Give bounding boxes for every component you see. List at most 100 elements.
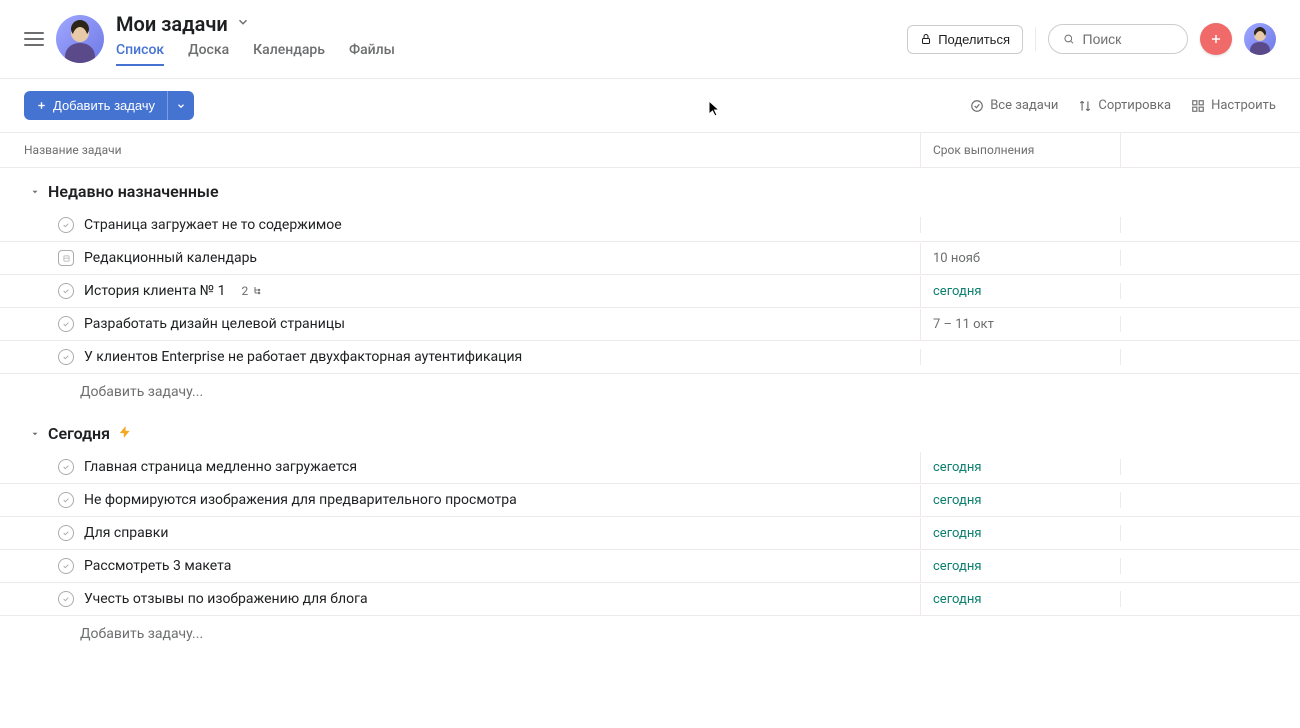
task-extra-cell[interactable] [1120, 525, 1300, 541]
share-label: Поделиться [938, 32, 1010, 47]
task-row[interactable]: Не формируются изображения для предварит… [0, 484, 1300, 517]
task-row[interactable]: История клиента № 12сегодня [0, 275, 1300, 308]
project-icon [58, 250, 74, 266]
task-due-cell[interactable]: сегодня [920, 452, 1120, 483]
page-title: Мои задачи [116, 12, 228, 36]
subtask-count: 2 [242, 284, 265, 298]
task-name-cell[interactable]: Учесть отзывы по изображению для блога [0, 583, 920, 615]
task-extra-cell[interactable] [1120, 217, 1300, 233]
task-extra-cell[interactable] [1120, 492, 1300, 508]
task-due-cell[interactable] [920, 349, 1120, 365]
add-task-button[interactable]: Добавить задачу [24, 91, 167, 120]
task-row[interactable]: Главная страница медленно загружается сег… [0, 451, 1300, 484]
task-extra-cell[interactable] [1120, 459, 1300, 475]
task-due-cell[interactable]: сегодня [920, 485, 1120, 516]
section-caret-icon [30, 182, 40, 201]
task-name: Рассмотреть 3 макета [84, 558, 231, 574]
task-extra-cell[interactable] [1120, 349, 1300, 365]
complete-task-icon[interactable] [58, 283, 74, 299]
lock-icon [920, 33, 932, 45]
task-due-cell[interactable]: сегодня [920, 551, 1120, 582]
task-name-cell[interactable]: Для справки [0, 517, 920, 549]
add-task-label: Добавить задачу [53, 98, 155, 113]
task-section: СегодняГлавная страница медленно загружа… [0, 410, 1300, 652]
task-row[interactable]: Для справкисегодня [0, 517, 1300, 550]
task-name: Учесть отзывы по изображению для блога [84, 591, 368, 607]
task-row[interactable]: Рассмотреть 3 макета сегодня [0, 550, 1300, 583]
task-name: Не формируются изображения для предварит… [84, 492, 517, 508]
col-header-due[interactable]: Срок выполнения [920, 133, 1120, 167]
hamburger-menu-icon[interactable] [24, 32, 44, 46]
task-name-cell[interactable]: Главная страница медленно загружается [0, 451, 920, 483]
section-header[interactable]: Недавно назначенные [0, 168, 1300, 209]
task-name-cell[interactable]: История клиента № 12 [0, 275, 920, 307]
tab-calendar[interactable]: Календарь [253, 42, 325, 66]
task-row[interactable]: У клиентов Enterprise не работает двухфа… [0, 341, 1300, 374]
sort-button[interactable]: Сортировка [1078, 98, 1171, 113]
task-extra-cell[interactable] [1120, 316, 1300, 332]
add-task-group: Добавить задачу [24, 91, 194, 120]
task-due-cell[interactable]: сегодня [920, 584, 1120, 615]
tab-board[interactable]: Доска [188, 42, 229, 66]
user-avatar-large[interactable] [56, 15, 104, 63]
complete-task-icon[interactable] [58, 316, 74, 332]
section-header[interactable]: Сегодня [0, 410, 1300, 451]
task-name-cell[interactable]: Редакционный календарь [0, 242, 920, 274]
task-row[interactable]: Учесть отзывы по изображению для блога се… [0, 583, 1300, 616]
user-avatar-small[interactable] [1244, 23, 1276, 55]
task-name-cell[interactable]: Разработать дизайн целевой страницы [0, 308, 920, 340]
task-extra-cell[interactable] [1120, 283, 1300, 299]
task-due-cell[interactable]: 10 нояб [920, 243, 1120, 274]
global-add-button[interactable] [1200, 23, 1232, 55]
sort-icon [1078, 99, 1092, 113]
search-box[interactable] [1048, 24, 1188, 54]
plus-icon [36, 100, 47, 111]
task-due-cell[interactable] [920, 217, 1120, 233]
search-input[interactable] [1083, 31, 1173, 47]
col-header-extra[interactable] [1120, 133, 1300, 167]
section-caret-icon [30, 424, 40, 443]
add-task-placeholder[interactable]: Добавить задачу... [0, 374, 1300, 410]
customize-button[interactable]: Настроить [1191, 98, 1276, 113]
task-due-cell[interactable]: сегодня [920, 518, 1120, 549]
task-name-cell[interactable]: Не формируются изображения для предварит… [0, 484, 920, 516]
complete-task-icon[interactable] [58, 492, 74, 508]
task-extra-cell[interactable] [1120, 250, 1300, 266]
task-name: У клиентов Enterprise не работает двухфа… [84, 349, 522, 365]
plus-icon [1209, 32, 1223, 46]
check-circle-icon [970, 99, 984, 113]
column-headers: Название задачи Срок выполнения [0, 132, 1300, 168]
complete-task-icon[interactable] [58, 459, 74, 475]
tab-files[interactable]: Файлы [349, 42, 395, 66]
section-title: Недавно назначенные [48, 182, 219, 201]
all-tasks-filter[interactable]: Все задачи [970, 98, 1058, 113]
task-due-cell[interactable]: сегодня [920, 276, 1120, 307]
task-name-cell[interactable]: Страница загружает не то содержимое [0, 209, 920, 241]
task-extra-cell[interactable] [1120, 591, 1300, 607]
tab-list[interactable]: Список [116, 42, 164, 66]
task-name-cell[interactable]: Рассмотреть 3 макета [0, 550, 920, 582]
task-name: Главная страница медленно загружается [84, 459, 357, 475]
add-task-placeholder[interactable]: Добавить задачу... [0, 616, 1300, 652]
task-row[interactable]: Разработать дизайн целевой страницы7 – 1… [0, 308, 1300, 341]
complete-task-icon[interactable] [58, 525, 74, 541]
task-extra-cell[interactable] [1120, 558, 1300, 574]
task-section: Недавно назначенные Страница загружает не… [0, 168, 1300, 410]
sections-container: Недавно назначенные Страница загружает не… [0, 168, 1300, 652]
search-icon [1063, 32, 1075, 46]
complete-task-icon[interactable] [58, 349, 74, 365]
task-row[interactable]: Страница загружает не то содержимое [0, 209, 1300, 242]
title-chevron-down-icon[interactable] [236, 15, 250, 33]
complete-task-icon[interactable] [58, 558, 74, 574]
toolbar: Добавить задачу Все задачи Сортировка На… [0, 79, 1300, 132]
task-row[interactable]: Редакционный календарь10 нояб [0, 242, 1300, 275]
share-button[interactable]: Поделиться [907, 25, 1023, 54]
customize-icon [1191, 99, 1205, 113]
complete-task-icon[interactable] [58, 591, 74, 607]
add-task-dropdown-button[interactable] [167, 91, 194, 120]
col-header-name[interactable]: Название задачи [0, 133, 920, 167]
task-due-cell[interactable]: 7 – 11 окт [920, 309, 1120, 340]
task-name-cell[interactable]: У клиентов Enterprise не работает двухфа… [0, 341, 920, 373]
complete-task-icon[interactable] [58, 217, 74, 233]
chevron-down-icon [176, 101, 186, 111]
